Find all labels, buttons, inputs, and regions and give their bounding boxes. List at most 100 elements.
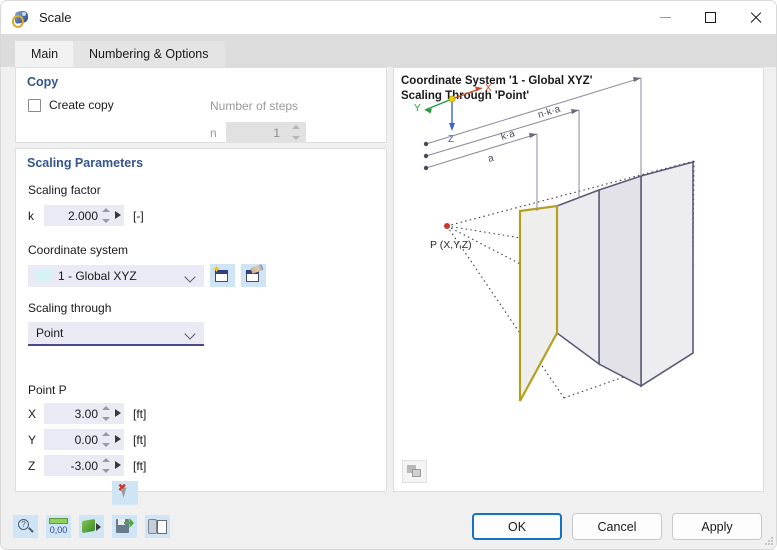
point-p-label: Point P xyxy=(28,383,67,397)
coordinate-system-color-swatch xyxy=(36,269,51,282)
scaling-parameters-group: Scaling Parameters Scaling factor k 2.00… xyxy=(15,148,387,505)
number-of-steps-value: 1 xyxy=(273,125,280,140)
dialog-buttons: OK Cancel Apply xyxy=(472,513,762,540)
coordinate-system-value: 1 - Global XYZ xyxy=(58,268,137,283)
star-icon: ✦ xyxy=(212,264,222,276)
ok-button[interactable]: OK xyxy=(472,513,562,540)
render-preview-icon[interactable] xyxy=(402,460,427,483)
number-of-steps-label: Number of steps xyxy=(210,99,299,113)
close-button[interactable] xyxy=(733,1,776,34)
chevron-down-icon xyxy=(184,270,196,283)
edit-coordinate-system-button[interactable] xyxy=(241,264,266,287)
scaling-factor-unit: [-] xyxy=(133,208,144,223)
tab-strip: Main Numbering & Options xyxy=(1,34,776,67)
units-decimals-label: 0,00 xyxy=(49,525,68,535)
scaling-through-label: Scaling through xyxy=(28,301,112,315)
render-settings-icon[interactable] xyxy=(79,515,104,538)
svg-text:Y: Y xyxy=(414,103,421,114)
tab-numbering-options[interactable]: Numbering & Options xyxy=(73,41,225,67)
title-bar: Scale xyxy=(1,1,776,34)
point-y-input[interactable]: 0.00 xyxy=(44,429,124,450)
plane-second xyxy=(556,188,600,366)
coordinate-system-row: 1 - Global XYZ ✦ xyxy=(28,264,266,287)
point-z-row: Z -3.00 [ft] xyxy=(28,455,146,476)
scale-dialog-window: Scale Main Numbering & Options Copy Crea… xyxy=(0,0,777,550)
x-label: X xyxy=(28,406,37,421)
coordinate-system-select[interactable]: 1 - Global XYZ xyxy=(28,264,204,287)
z-label: Z xyxy=(28,458,36,473)
bottom-bar: ? 0,00 OK Cancel Apply xyxy=(1,505,776,549)
scaling-diagram: X Y Z a k·a n·k·a P (X,Y,Z) xyxy=(414,77,695,402)
copy-group-title: Copy xyxy=(27,75,59,89)
point-y-value: 0.00 xyxy=(74,432,98,447)
import-export-icon[interactable] xyxy=(145,515,170,538)
dim-label-nka: n·k·a xyxy=(537,104,562,121)
plane-highlighted xyxy=(518,204,559,402)
scaling-factor-more-icon[interactable] xyxy=(115,211,121,219)
maximize-button[interactable] xyxy=(688,1,733,34)
point-z-unit: [ft] xyxy=(133,458,147,473)
point-y-more-icon[interactable] xyxy=(115,435,121,443)
resize-grip[interactable] xyxy=(764,536,774,546)
point-y-unit: [ft] xyxy=(133,432,147,447)
point-y-row: Y 0.00 [ft] xyxy=(28,429,146,450)
k-label: k xyxy=(28,208,34,223)
pick-point-button[interactable]: ✖ xyxy=(112,481,138,505)
scaling-factor-input[interactable]: 2.000 xyxy=(44,205,124,226)
scaling-factor-spinner[interactable] xyxy=(102,208,111,223)
number-of-steps-input: 1 xyxy=(226,122,306,143)
svg-text:X: X xyxy=(485,83,492,94)
cursor-icon xyxy=(120,487,130,498)
maximize-icon xyxy=(705,12,716,23)
scaling-factor-value: 2.000 xyxy=(67,208,98,223)
save-configuration-icon[interactable] xyxy=(112,515,137,538)
help-info-icon[interactable]: ? xyxy=(13,515,38,538)
window-controls xyxy=(643,1,776,34)
plane-far xyxy=(640,160,694,388)
point-x-value: 3.00 xyxy=(74,406,98,421)
point-z-value: -3.00 xyxy=(70,458,98,473)
close-icon xyxy=(749,11,762,24)
coordinate-system-label: Coordinate system xyxy=(28,243,129,257)
number-of-steps-spinner xyxy=(292,125,301,140)
minimize-button[interactable] xyxy=(643,1,688,34)
minimize-icon xyxy=(660,17,671,18)
plane-third xyxy=(598,174,642,388)
point-z-more-icon[interactable] xyxy=(115,461,121,469)
scaling-through-row: Point xyxy=(28,322,204,346)
preview-panel: Coordinate System '1 - Global XYZ' Scali… xyxy=(393,67,764,492)
point-p-label: P (X,Y,Z) xyxy=(430,239,472,251)
point-x-input[interactable]: 3.00 xyxy=(44,403,124,424)
point-p-marker xyxy=(444,223,450,229)
dim-label-a: a xyxy=(487,153,496,165)
create-copy-checkbox[interactable] xyxy=(28,98,41,112)
scaling-through-value: Point xyxy=(36,326,64,340)
cancel-button[interactable]: Cancel xyxy=(572,513,662,540)
dialog-content: Copy Create copy Number of steps n 1 Sca… xyxy=(1,67,776,507)
point-p-fields: X 3.00 [ft] Y 0.00 [ft] Z -3.00 [ft] xyxy=(28,403,146,481)
n-label: n xyxy=(210,125,217,140)
create-copy-label: Create copy xyxy=(49,98,114,112)
point-z-input[interactable]: -3.00 xyxy=(44,455,124,476)
y-label: Y xyxy=(28,432,37,447)
apply-button[interactable]: Apply xyxy=(672,513,762,540)
scaling-through-select[interactable]: Point xyxy=(28,322,204,346)
point-x-more-icon[interactable] xyxy=(115,409,121,417)
units-decimals-icon[interactable]: 0,00 xyxy=(46,515,71,538)
scale-tool-icon xyxy=(12,9,30,28)
point-z-spinner[interactable] xyxy=(102,458,111,473)
point-x-row: X 3.00 [ft] xyxy=(28,403,146,424)
number-of-steps-row: n 1 xyxy=(210,122,306,143)
tab-main[interactable]: Main xyxy=(15,41,75,67)
new-coordinate-system-button[interactable]: ✦ xyxy=(210,264,235,287)
bottom-toolbar: ? 0,00 xyxy=(13,515,170,538)
scaling-factor-label: Scaling factor xyxy=(28,183,101,197)
window-title: Scale xyxy=(39,10,72,25)
point-y-spinner[interactable] xyxy=(102,432,111,447)
copy-group: Copy Create copy Number of steps n 1 xyxy=(15,67,387,143)
point-x-spinner[interactable] xyxy=(102,406,111,421)
create-copy-row[interactable]: Create copy xyxy=(28,98,114,112)
scaling-parameters-title: Scaling Parameters xyxy=(27,156,144,170)
scaling-factor-row: k 2.000 [-] xyxy=(28,205,144,226)
chevron-down-icon xyxy=(184,328,196,340)
